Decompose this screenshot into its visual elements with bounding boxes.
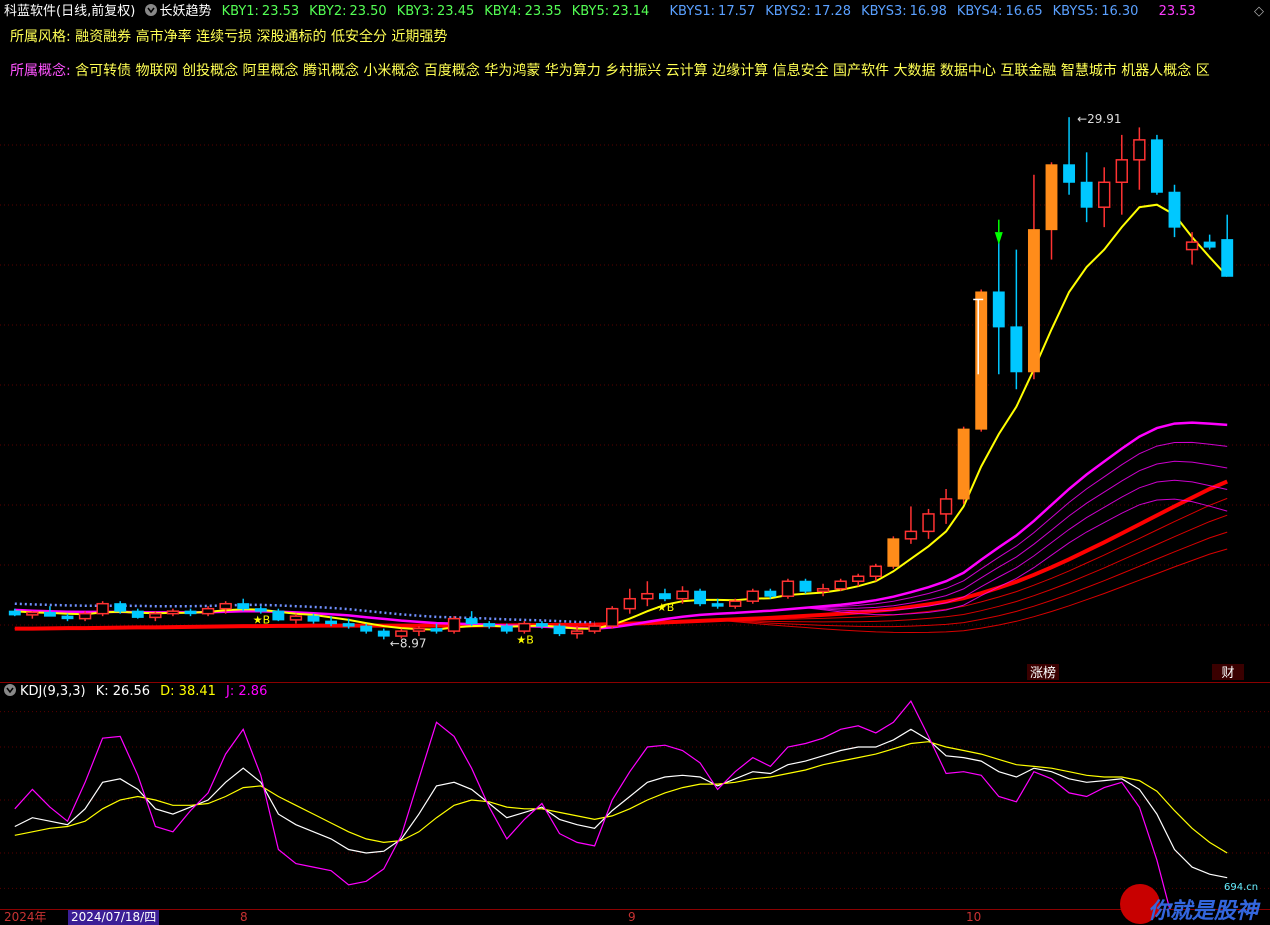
candle-body: [799, 580, 812, 592]
watermark-text: 你就是股神: [1148, 899, 1259, 924]
candle-body: [219, 602, 232, 610]
candle-body: [764, 590, 777, 597]
candle-body: [553, 625, 566, 635]
watermark: 694.cn 你就是股神: [1120, 878, 1270, 925]
candle-body: [500, 625, 513, 632]
candle-body: [96, 602, 109, 615]
candle-body: [834, 580, 847, 590]
candle-body: [412, 627, 426, 632]
candle-body: [307, 615, 320, 622]
ma-mid-line: [14, 498, 1228, 630]
candle-body: [535, 623, 548, 627]
candle-body: [272, 610, 285, 621]
candle-body: [852, 575, 865, 582]
candle-body: [395, 630, 408, 637]
x-date-cursor[interactable]: 2024/07/18/四: [68, 910, 160, 925]
candle-body: [939, 498, 953, 515]
candle-body: [26, 611, 39, 616]
candle-body: [430, 628, 443, 632]
candle-body: [8, 610, 21, 616]
candle-body: [518, 622, 531, 632]
watermark-site: 694.cn: [1224, 882, 1259, 893]
x-month-9: 9: [628, 910, 636, 924]
candle-body: [483, 623, 496, 627]
candle-body: [746, 590, 759, 602]
candle-body: [237, 603, 250, 610]
candle-body: [992, 291, 1005, 328]
candle-body: [904, 530, 918, 540]
low-price-label: ←8.97: [390, 636, 427, 650]
candle-body: [360, 625, 373, 632]
rank-marker: 涨榜: [1030, 665, 1056, 680]
candle-body: [1045, 164, 1058, 231]
candle-body: [711, 603, 724, 607]
candle-body: [887, 538, 900, 567]
candle-body: [694, 590, 707, 605]
candle-body: [1063, 164, 1076, 183]
candle-body: [465, 618, 478, 625]
candle-body: [289, 615, 303, 621]
candle-body: [1203, 241, 1216, 248]
x-year-label: 2024年: [4, 910, 47, 924]
finance-marker: 财: [1221, 666, 1234, 680]
down-arrow-icon: [994, 232, 1003, 245]
candle-body: [1098, 181, 1111, 208]
x-month-8: 8: [240, 910, 248, 924]
candle-body: [131, 610, 144, 618]
candle-body: [1185, 241, 1199, 251]
kdj-k-line: [14, 728, 1228, 879]
high-price-label: ←29.91: [1077, 112, 1121, 126]
candle-body: [957, 428, 970, 500]
candle-body: [201, 607, 215, 615]
ma-fast-line: [14, 203, 1228, 631]
candle-body: [78, 612, 92, 620]
star-marker-label: ★B: [253, 614, 270, 627]
candle-body: [254, 608, 267, 612]
candle-body: [342, 623, 355, 627]
candle-body: [1133, 139, 1146, 161]
candle-body: [869, 565, 882, 578]
star-marker-label: ★B: [657, 601, 674, 614]
candle-body: [922, 513, 935, 533]
candle-body: [377, 630, 390, 637]
candle-body: [1221, 239, 1234, 277]
panel-divider: [0, 682, 1270, 683]
candle-body: [1115, 159, 1128, 184]
ma-mid-line: [14, 421, 1228, 630]
candle-body: [114, 603, 127, 612]
candle-body: [149, 612, 162, 619]
candle-body: [1168, 191, 1181, 228]
ma-slow-line: [14, 497, 1228, 630]
candle-body: [570, 630, 584, 635]
candle-body: [781, 580, 795, 597]
candle-body: [816, 587, 830, 592]
candle-body: [588, 625, 601, 632]
x-axis: 2024年 2024/07/18/四 8 9 10: [0, 910, 1270, 925]
candle-body: [641, 592, 654, 600]
candle-body: [325, 620, 338, 625]
candle-body: [729, 600, 742, 607]
candle-body: [43, 611, 56, 617]
candle-body: [658, 593, 671, 600]
star-marker-label: ★B: [516, 634, 533, 647]
candle-body: [676, 590, 689, 600]
candle-body: [1027, 229, 1040, 373]
candle-body: [166, 610, 180, 615]
ma-slow-line: [14, 548, 1228, 634]
candle-body: [1080, 181, 1093, 208]
candle-body: [1010, 326, 1023, 373]
candle-body: [447, 617, 461, 632]
ma-mid-line: [14, 460, 1228, 630]
x-month-10: 10: [966, 910, 982, 924]
candle-body: [606, 607, 619, 627]
kdj-j-line: [14, 700, 1171, 909]
candle-body: [975, 291, 988, 430]
candle-body: [623, 597, 636, 610]
candle-body: [184, 610, 197, 615]
main-price-chart[interactable]: ←29.91 ←8.97 ★B ★B ★B 涨榜 财: [0, 0, 1270, 680]
kdj-d-line: [14, 741, 1228, 854]
kdj-chart[interactable]: [0, 684, 1270, 909]
candle-body: [1150, 139, 1163, 193]
candle-body: [61, 615, 74, 620]
